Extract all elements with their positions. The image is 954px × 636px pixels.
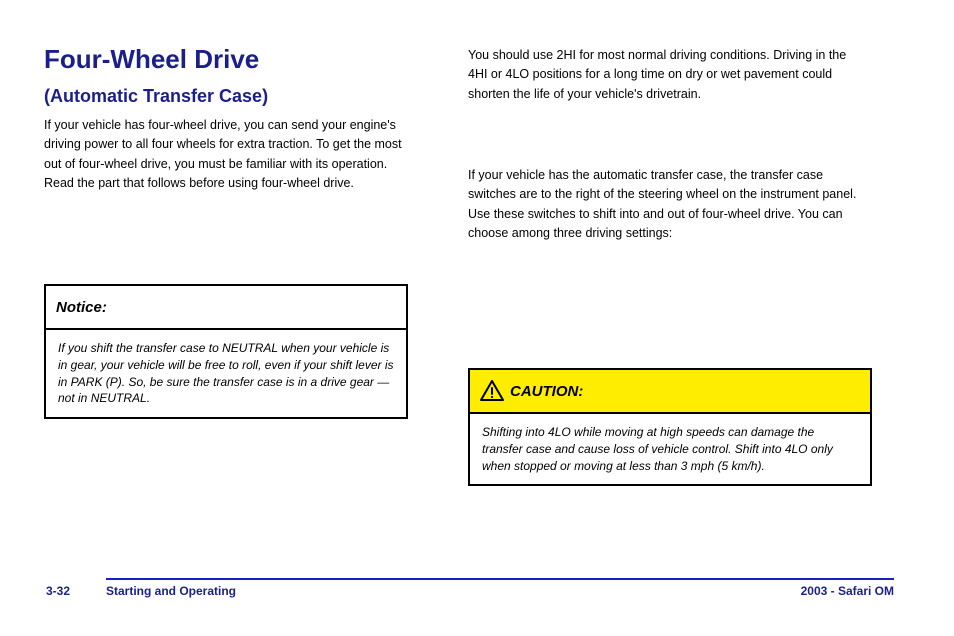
- notice-body: If you shift the transfer case to NEUTRA…: [46, 330, 406, 417]
- page-footer: Starting and Operating 2003 - Safari OM: [106, 578, 894, 598]
- footer-section-title: Starting and Operating: [106, 584, 236, 598]
- paragraph-usage: You should use 2HI for most normal drivi…: [468, 46, 866, 104]
- notice-header-label: Notice:: [56, 299, 107, 316]
- warning-triangle-icon: [480, 380, 504, 402]
- caution-box: CAUTION: Shifting into 4LO while moving …: [468, 368, 872, 486]
- paragraph-intro: If your vehicle has four-wheel drive, yo…: [44, 116, 414, 194]
- paragraph-transfer-case: If your vehicle has the automatic transf…: [468, 166, 866, 244]
- section-title: Four-Wheel Drive: [44, 44, 259, 75]
- footer-doc-title: 2003 - Safari OM: [801, 584, 894, 598]
- caution-header-label: CAUTION:: [510, 383, 583, 400]
- caution-header: CAUTION:: [470, 370, 870, 414]
- notice-box: Notice: If you shift the transfer case t…: [44, 284, 408, 419]
- page-number: 3-32: [46, 584, 70, 598]
- notice-header: Notice:: [46, 286, 406, 330]
- caution-body: Shifting into 4LO while moving at high s…: [470, 414, 870, 484]
- section-subtitle: (Automatic Transfer Case): [44, 86, 268, 107]
